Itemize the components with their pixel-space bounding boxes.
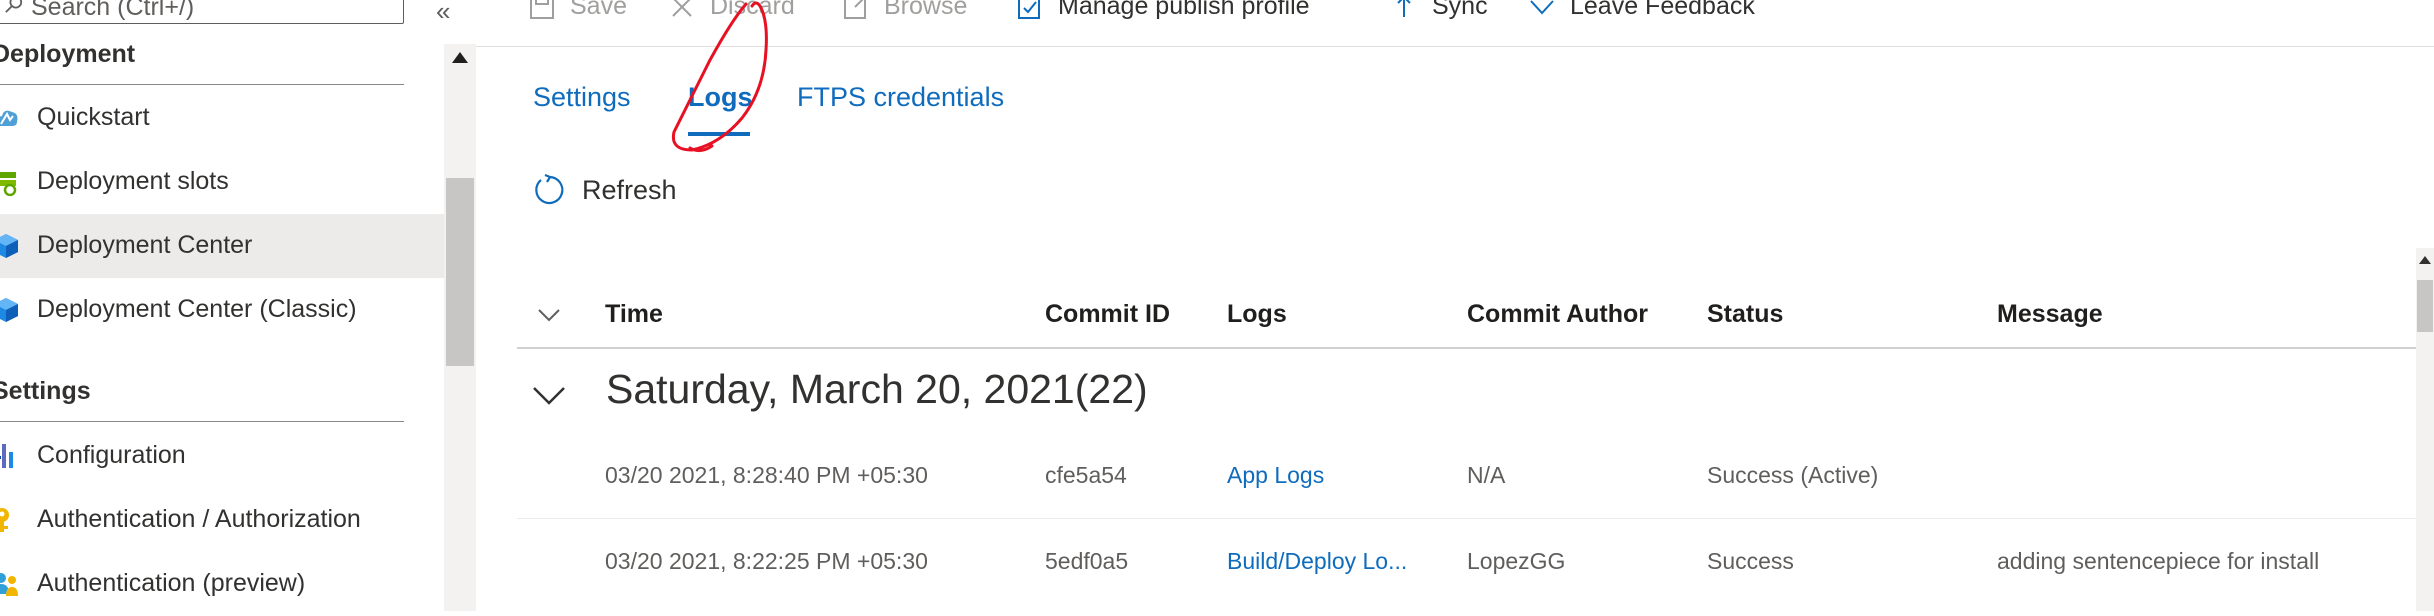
sidebar-scrollbar[interactable] (444, 44, 476, 611)
row-1-commit-id: cfe5a54 (1045, 462, 1127, 488)
save-button[interactable]: Save (528, 0, 627, 21)
save-label: Save (570, 0, 627, 20)
sidebar-item-label: Authentication (preview) (37, 569, 306, 597)
sidebar-item-label: Deployment slots (37, 167, 229, 195)
column-header-message[interactable]: Message (1997, 300, 2103, 329)
group-date: Saturday, March 20, 2021 (606, 366, 1075, 412)
leave-feedback-button[interactable]: Leave Feedback (1528, 0, 1755, 21)
sidebar-item-label: Configuration (37, 441, 186, 469)
sidebar-item-label: Deployment Center (37, 231, 253, 259)
scrollbar-thumb[interactable] (446, 178, 474, 366)
column-header-commit-author[interactable]: Commit Author (1467, 300, 1648, 329)
sidebar-item-label: Quickstart (37, 103, 150, 131)
people-icon (0, 573, 18, 596)
row-1-time: 03/20 2021, 8:28:40 PM +05:30 (605, 462, 928, 488)
search-placeholder: Search (Ctrl+/) (31, 0, 195, 21)
tab-ftps-credentials[interactable]: FTPS credentials (797, 82, 1004, 113)
collapse-sidebar-button[interactable]: « (436, 0, 450, 27)
sidebar-item-configuration[interactable]: Configuration (0, 424, 444, 488)
header-divider (517, 347, 2416, 349)
search-icon (5, 0, 23, 13)
sidebar-item-quickstart[interactable]: Quickstart (0, 86, 444, 150)
refresh-button[interactable]: Refresh (532, 172, 677, 208)
row-2-commit-id: 5edf0a5 (1045, 548, 1129, 574)
column-header-time[interactable]: Time (605, 300, 663, 329)
group-header: Saturday, March 20, 2021(22) (606, 366, 1148, 413)
section-divider (0, 84, 404, 85)
column-header-logs[interactable]: Logs (1227, 300, 1287, 329)
sidebar-item-authentication-preview[interactable]: Authentication (preview) (0, 552, 444, 616)
deployment-center-classic-icon (0, 298, 18, 322)
scrollbar-thumb[interactable] (2417, 280, 2433, 332)
quickstart-icon (0, 110, 18, 126)
row-divider (517, 518, 2416, 519)
section-title-settings: Settings (0, 377, 91, 405)
row-2-time: 03/20 2021, 8:22:25 PM +05:30 (605, 548, 928, 574)
refresh-icon (535, 173, 564, 205)
refresh-label: Refresh (582, 174, 677, 205)
sidebar-item-label: Authentication / Authorization (37, 505, 361, 533)
sidebar-item-deployment-center-classic[interactable]: Deployment Center (Classic) (0, 278, 444, 342)
row-2-author: LopezGG (1467, 548, 1566, 574)
sync-icon (1397, 0, 1411, 17)
row-1-logs-link[interactable]: App Logs (1227, 462, 1324, 489)
collapse-group-chevron-icon[interactable] (530, 376, 568, 414)
sidebar-item-deployment-slots[interactable]: Deployment slots (0, 150, 444, 214)
group-count: (22) (1074, 366, 1148, 412)
column-header-commit-id[interactable]: Commit ID (1045, 300, 1170, 329)
manage-publish-profile-button[interactable]: Manage publish profile (1016, 0, 1310, 21)
publish-profile-icon (1018, 0, 1040, 19)
sync-label: Sync (1432, 0, 1488, 20)
deployment-center-icon (0, 234, 18, 258)
row-1-author: N/A (1467, 462, 1506, 488)
row-2-message: adding sentencepiece for install (1997, 548, 2320, 574)
row-2-logs-link[interactable]: Build/Deploy Lo... (1227, 548, 1407, 575)
configuration-icon (0, 444, 13, 468)
deployment-slots-icon (0, 172, 17, 196)
section-divider (0, 421, 404, 422)
browse-label: Browse (884, 0, 968, 20)
key-icon (0, 508, 9, 532)
save-icon (530, 0, 554, 19)
browse-button[interactable]: Browse (842, 0, 967, 21)
sidebar-item-authentication-authorization[interactable]: Authentication / Authorization (0, 488, 444, 552)
leave-feedback-label: Leave Feedback (1570, 0, 1755, 20)
scroll-up-arrow-icon[interactable] (2419, 256, 2431, 264)
heart-icon (1530, 0, 1554, 14)
content-scrollbar[interactable] (2416, 248, 2434, 611)
column-header-status[interactable]: Status (1707, 300, 1783, 329)
row-2-status: Success (1707, 548, 1794, 574)
scroll-up-arrow-icon[interactable] (452, 52, 468, 63)
browse-icon (844, 0, 866, 19)
expand-all-chevron-icon[interactable] (534, 300, 564, 330)
tab-settings[interactable]: Settings (533, 82, 631, 113)
sync-button[interactable]: Sync (1390, 0, 1488, 21)
search-input[interactable]: Search (Ctrl+/) (0, 0, 404, 24)
sidebar-item-deployment-center[interactable]: Deployment Center (0, 214, 444, 278)
section-title-deployment: Deployment (0, 40, 136, 68)
sidebar-item-label: Deployment Center (Classic) (37, 295, 357, 323)
manage-publish-profile-label: Manage publish profile (1058, 0, 1310, 20)
row-1-status: Success (Active) (1707, 462, 1879, 488)
red-circle-annotation (671, 1, 768, 153)
left-navigation: Search (Ctrl+/) « Deployment Quickstart … (0, 0, 450, 611)
